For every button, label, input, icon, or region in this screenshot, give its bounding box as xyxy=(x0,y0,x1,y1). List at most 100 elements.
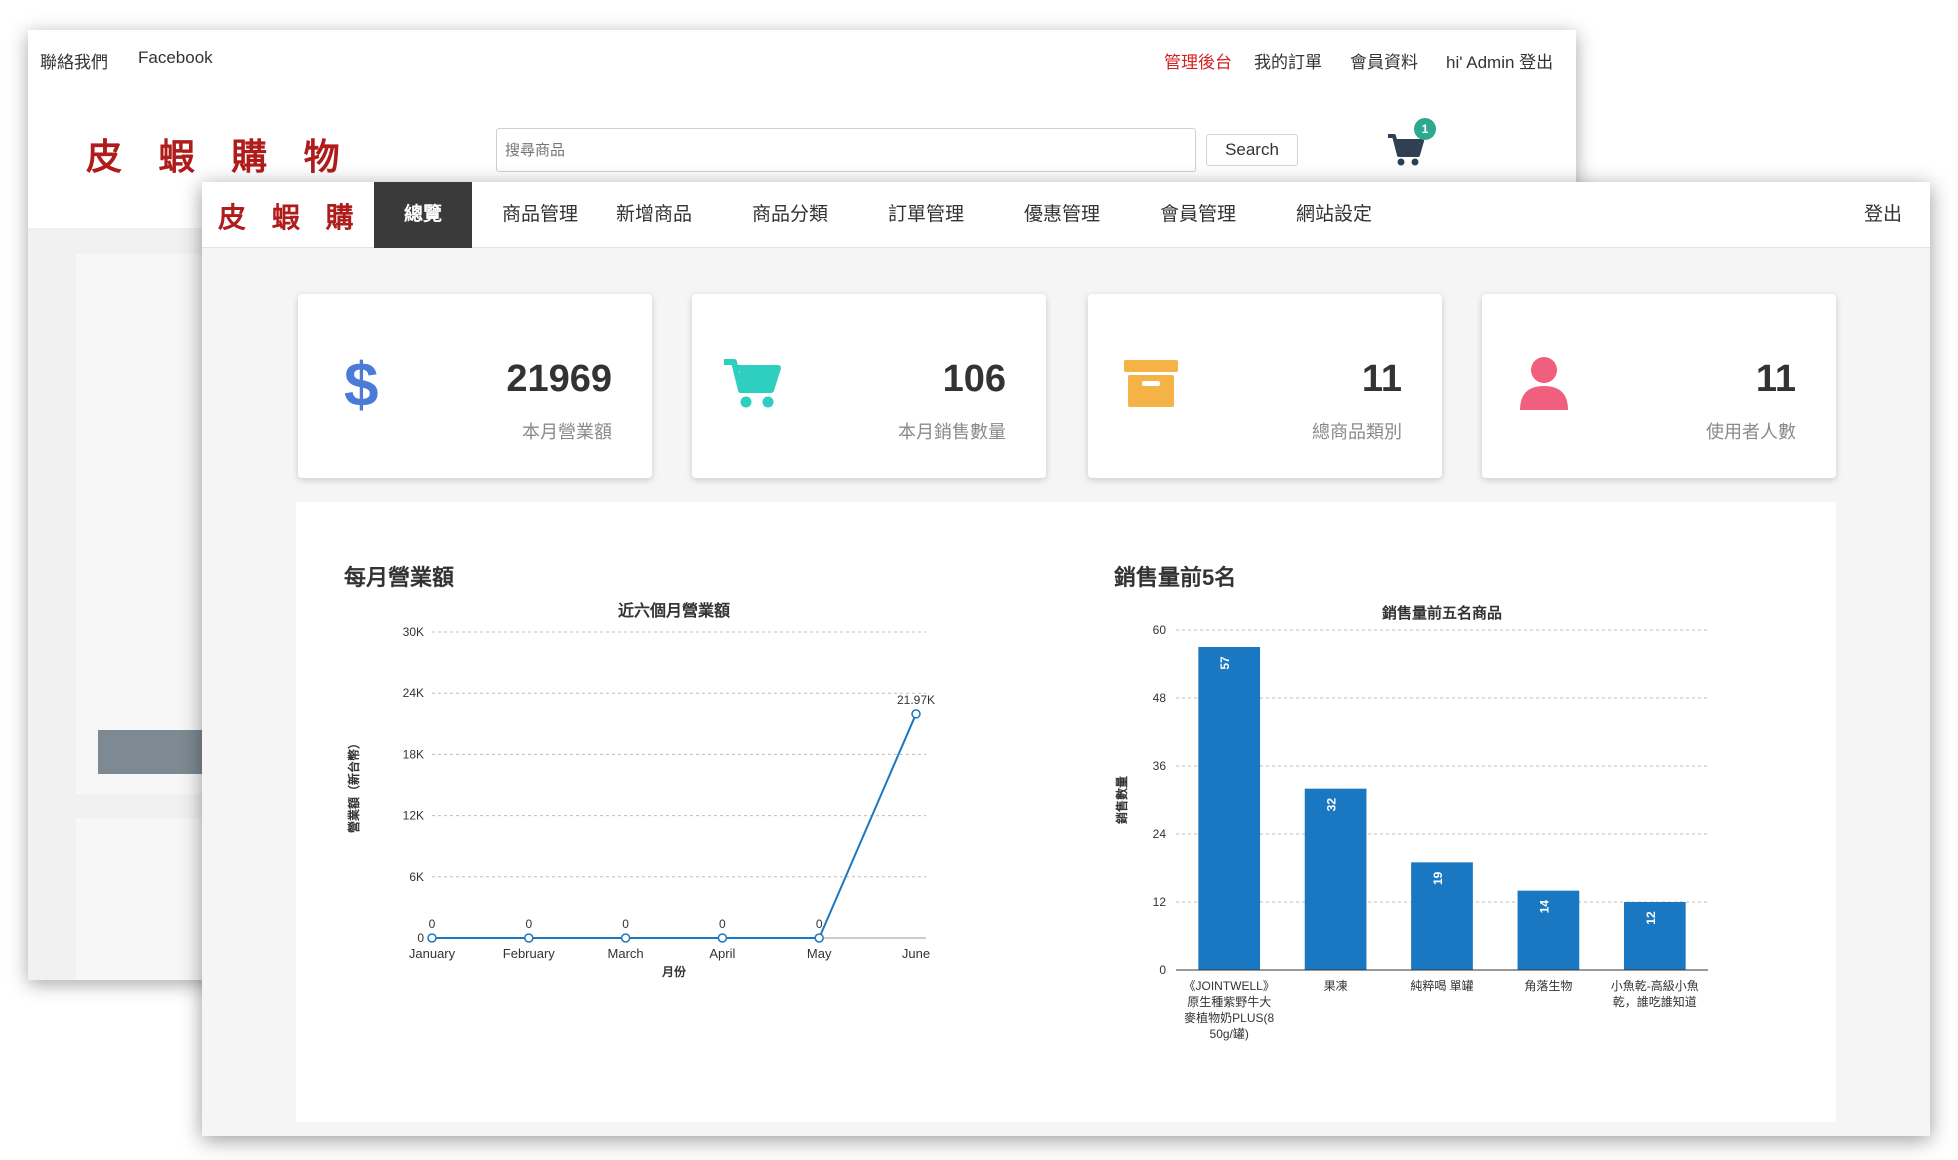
bar-value-label: 12 xyxy=(1644,911,1658,925)
y-tick-label: 18K xyxy=(403,747,424,761)
nav-promotion-management[interactable]: 優惠管理 xyxy=(1006,182,1118,248)
cart-count-badge: 1 xyxy=(1414,118,1436,140)
x-tick-label-line: 乾，誰吃誰知道 xyxy=(1613,994,1697,1009)
y-tick-label: 24K xyxy=(403,686,424,700)
nav-site-settings[interactable]: 網站設定 xyxy=(1278,182,1390,248)
bar xyxy=(1304,788,1367,970)
storefront-top-bar: 聯絡我們 Facebook 管理後台 我的訂單 會員資料 hi' Admin 登… xyxy=(28,30,1576,88)
search-button[interactable]: Search xyxy=(1206,134,1298,166)
admin-logout-link[interactable]: hi' Admin 登出 xyxy=(1446,48,1553,73)
cart-button[interactable]: 1 xyxy=(1386,118,1436,176)
stat-card-user-count: 11 使用者人數 xyxy=(1482,294,1836,478)
data-point xyxy=(717,933,728,943)
x-tick-label-line: 《JOINTWELL》 xyxy=(1184,979,1275,993)
bar-value-label: 32 xyxy=(1325,798,1339,812)
y-tick-label: 36 xyxy=(1153,759,1167,773)
stat-value: 106 xyxy=(942,358,1006,400)
stat-value: 11 xyxy=(1361,358,1402,400)
nav-order-management[interactable]: 訂單管理 xyxy=(870,182,982,248)
stat-card-monthly-revenue: $ 21969 本月營業額 xyxy=(298,294,652,478)
x-tick-label: 《JOINTWELL》原生種紫野牛大麥植物奶PLUS(8 50g/罐) xyxy=(1184,979,1275,1041)
cart-icon xyxy=(724,359,781,408)
chart-title: 銷售量前五名商品 xyxy=(1382,604,1502,622)
x-tick-label-line: 小魚乾-高級小魚 xyxy=(1611,978,1699,993)
member-info-link[interactable]: 會員資料 xyxy=(1350,48,1418,73)
stat-label: 本月營業額 xyxy=(522,422,612,442)
nav-overview[interactable]: 總覽 xyxy=(374,182,472,248)
stat-label: 總商品類別 xyxy=(1312,422,1402,442)
data-label: 0 xyxy=(816,917,823,931)
data-point xyxy=(524,933,534,943)
x-tick-label: 果凍 xyxy=(1324,979,1348,993)
stat-value: 21969 xyxy=(506,358,612,400)
data-label: 0 xyxy=(719,917,726,931)
y-tick-label: 0 xyxy=(1159,963,1166,977)
monthly-revenue-line-chart: 近六個月營業額 0 6K 12K 18K 24K 30K January February Mar… xyxy=(346,601,935,979)
x-tick-label: February xyxy=(503,946,556,961)
data-label: 0 xyxy=(429,917,436,931)
x-tick-label-line: 果凍 xyxy=(1324,979,1348,993)
data-point xyxy=(814,933,824,943)
store-logo[interactable]: 皮 蝦 購 物 xyxy=(86,128,352,180)
archive-box-icon xyxy=(1124,360,1178,407)
y-axis-label: 銷售數量 xyxy=(1114,776,1129,824)
x-tick-label-line: 角落生物 xyxy=(1524,979,1572,993)
x-tick-label: 純粹喝 單罐 xyxy=(1410,979,1473,993)
x-tick-label: May xyxy=(807,946,832,961)
x-tick-label: January xyxy=(409,946,456,961)
contact-link[interactable]: 聯絡我們 xyxy=(40,48,108,73)
bar-value-label: 14 xyxy=(1537,900,1551,914)
top5-sales-bar-chart: 銷售量前五名商品 0 12 24 36 48 60 銷售數量 57 《JOINTWELL》原生種紫… xyxy=(1114,604,1708,1041)
stat-value: 11 xyxy=(1755,358,1796,400)
nav-product-categories[interactable]: 商品分類 xyxy=(734,182,846,248)
stat-card-monthly-sales: 106 本月銷售數量 xyxy=(692,294,1046,478)
data-point xyxy=(911,709,921,719)
x-tick-label: June xyxy=(902,946,930,961)
y-tick-label: 0 xyxy=(417,931,424,945)
y-tick-label: 6K xyxy=(409,870,424,884)
y-tick-label: 12 xyxy=(1153,895,1167,909)
facebook-link[interactable]: Facebook xyxy=(138,48,213,68)
data-point xyxy=(427,933,437,943)
admin-dashboard-window: 皮 蝦 購 物 總覽 商品管理 新增商品 商品分類 訂單管理 優惠管理 會員管理… xyxy=(202,182,1930,1136)
nav-member-management[interactable]: 會員管理 xyxy=(1142,182,1254,248)
x-tick-label-line: 原生種紫野牛大 xyxy=(1187,994,1271,1009)
y-tick-label: 12K xyxy=(403,809,424,823)
y-tick-label: 60 xyxy=(1153,623,1167,637)
svg-text:$: $ xyxy=(344,354,378,414)
x-tick-label-line: 麥植物奶PLUS(8 xyxy=(1184,1010,1274,1025)
logout-button[interactable]: 登出 xyxy=(1864,182,1902,248)
stat-label: 本月銷售數量 xyxy=(898,422,1006,442)
my-orders-link[interactable]: 我的訂單 xyxy=(1254,48,1322,73)
x-axis-label: 月份 xyxy=(661,964,687,979)
nav-product-management[interactable]: 商品管理 xyxy=(484,182,596,248)
admin-nav-bar: 皮 蝦 購 物 總覽 商品管理 新增商品 商品分類 訂單管理 優惠管理 會員管理… xyxy=(202,182,1930,248)
x-tick-label: 小魚乾-高級小魚乾，誰吃誰知道 xyxy=(1611,978,1699,1009)
admin-backend-link[interactable]: 管理後台 xyxy=(1164,48,1232,73)
x-tick-label: April xyxy=(709,946,735,961)
y-tick-label: 24 xyxy=(1153,827,1167,841)
y-axis-label: 營業額（新台幣） xyxy=(346,737,361,833)
product-search-input[interactable] xyxy=(496,128,1196,172)
bar xyxy=(1198,647,1261,970)
browse-button[interactable] xyxy=(98,730,218,774)
data-label: 0 xyxy=(622,917,629,931)
x-tick-label-line: 純粹喝 單罐 xyxy=(1410,979,1473,993)
charts-panel: 每月營業額 銷售量前5名 近六個月營業額 0 6K 12K 18K 24K 30K Janua… xyxy=(296,502,1836,1122)
bar-value-label: 57 xyxy=(1218,656,1232,670)
stat-card-product-categories: 11 總商品類別 xyxy=(1088,294,1442,478)
x-tick-label: 角落生物 xyxy=(1524,979,1572,993)
bar-value-label: 19 xyxy=(1431,871,1445,885)
y-tick-label: 48 xyxy=(1153,691,1167,705)
nav-add-product[interactable]: 新增商品 xyxy=(598,182,710,248)
chart-title: 近六個月營業額 xyxy=(618,601,730,620)
dollar-icon: $ xyxy=(344,354,378,414)
data-label: 0 xyxy=(525,917,532,931)
x-tick-label: March xyxy=(608,946,644,961)
data-label: 21.97K xyxy=(897,693,935,707)
y-tick-label: 30K xyxy=(403,625,424,639)
stat-label: 使用者人數 xyxy=(1706,422,1796,442)
x-tick-label-line: 50g/罐) xyxy=(1210,1027,1249,1041)
user-icon xyxy=(1520,357,1568,410)
data-point xyxy=(620,933,631,943)
